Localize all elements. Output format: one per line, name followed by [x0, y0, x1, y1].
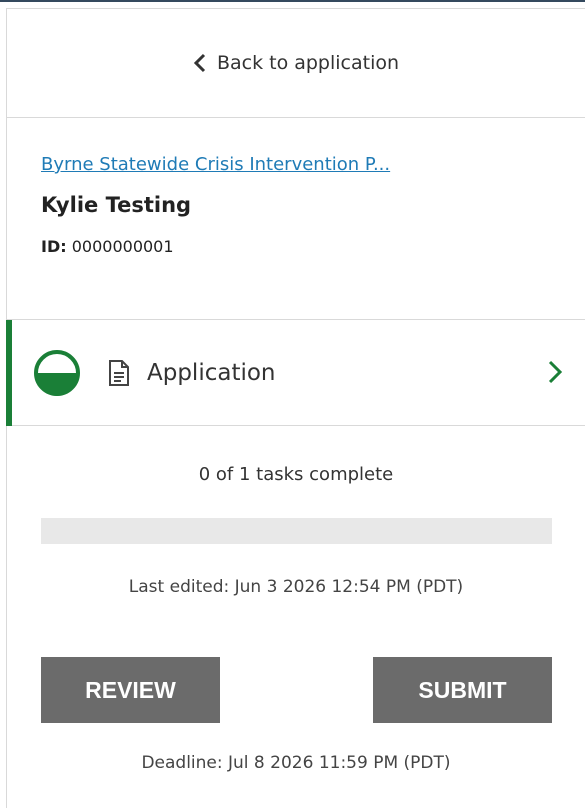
id-label: ID: — [41, 237, 67, 256]
application-id: ID: 0000000001 — [41, 237, 585, 256]
action-buttons: REVIEW SUBMIT — [7, 657, 585, 723]
task-label: Application — [147, 359, 276, 386]
id-value: 0000000001 — [71, 237, 174, 256]
half-complete-circle-icon — [33, 349, 81, 397]
back-to-application-link[interactable]: Back to application — [7, 9, 585, 118]
deadline-text: Deadline: Jul 8 2026 11:59 PM (PDT) — [141, 753, 451, 773]
review-button[interactable]: REVIEW — [41, 657, 220, 723]
application-sidebar-panel: Back to application Byrne Statewide Cris… — [6, 8, 585, 808]
chevron-right-icon — [547, 358, 563, 386]
window-top-border — [0, 0, 585, 2]
program-link[interactable]: Byrne Statewide Crisis Intervention P... — [41, 154, 390, 175]
tasks-complete-text: 0 of 1 tasks complete — [198, 464, 394, 485]
document-icon — [107, 359, 131, 387]
last-edited-text: Last edited: Jun 3 2026 12:54 PM (PDT) — [128, 577, 464, 597]
task-application[interactable]: Application — [6, 320, 585, 426]
progress-bar — [40, 518, 552, 544]
back-link-label: Back to application — [216, 52, 400, 74]
chevron-left-icon — [193, 52, 211, 74]
applicant-name: Kylie Testing — [41, 193, 192, 217]
task-active-indicator — [6, 320, 12, 426]
submit-button[interactable]: SUBMIT — [373, 657, 552, 723]
application-info: Byrne Statewide Crisis Intervention P...… — [7, 118, 585, 320]
progress-section: 0 of 1 tasks complete Last edited: Jun 3… — [7, 464, 585, 597]
